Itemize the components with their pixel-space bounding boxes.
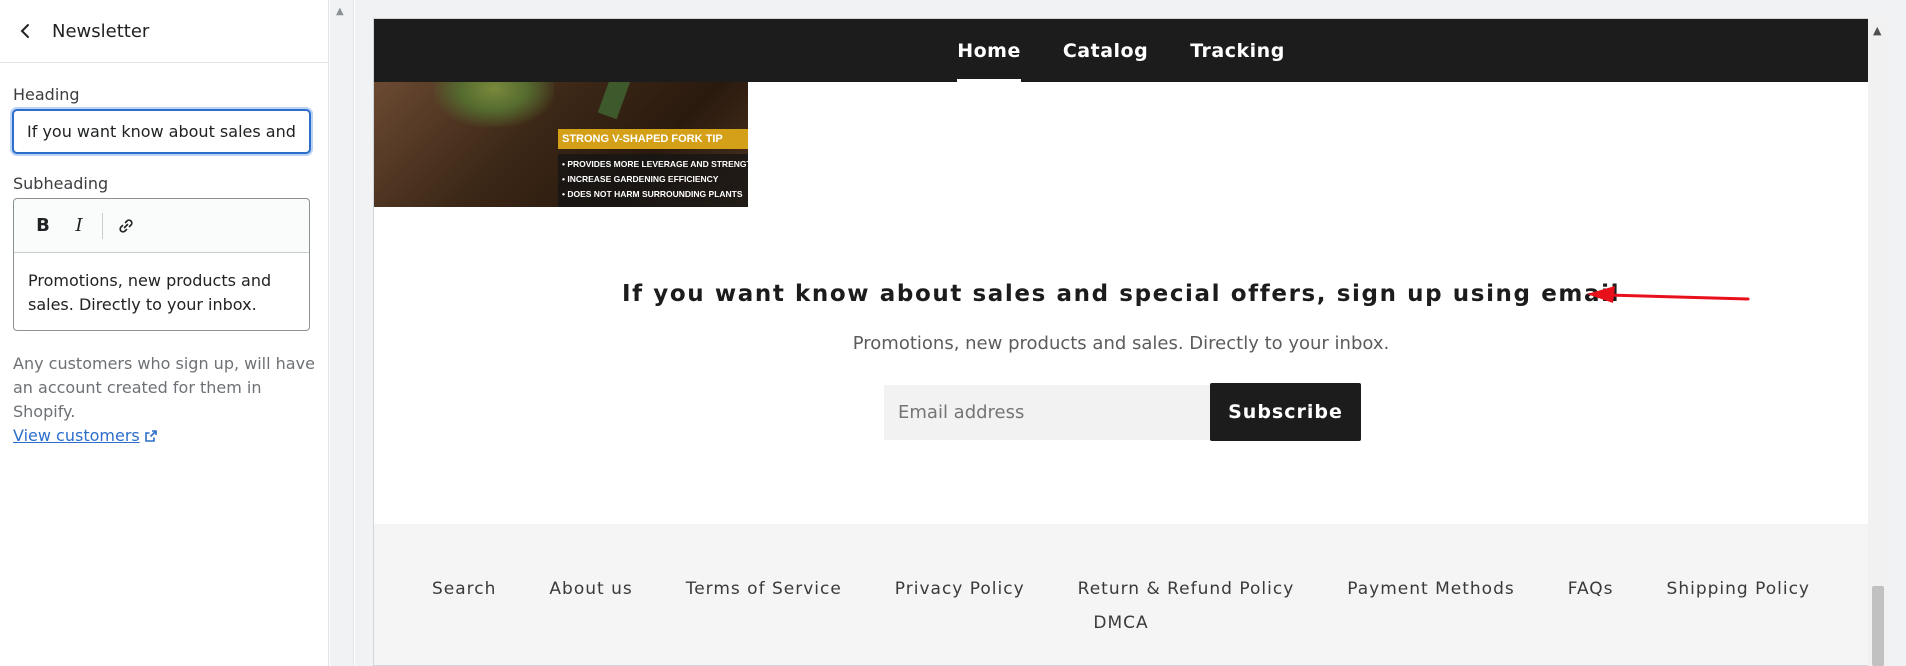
footer-link-dmca[interactable]: DMCA <box>1093 613 1148 633</box>
promo-bullet: • Does not harm surrounding plants <box>562 189 743 199</box>
subheading-editor: B I Promotions, new products and sales. … <box>13 198 310 331</box>
signup-form: Subscribe <box>884 383 1361 441</box>
footer-link-shipping[interactable]: Shipping Policy <box>1667 579 1810 599</box>
footer-link-refund[interactable]: Return & Refund Policy <box>1078 579 1295 599</box>
chevron-left-icon <box>20 24 29 38</box>
panel-header: Newsletter <box>0 0 328 63</box>
promo-bullets: • Provides more leverage and strength • … <box>558 154 748 207</box>
italic-button[interactable]: I <box>64 211 94 241</box>
view-customers-link[interactable]: View customers <box>13 424 158 448</box>
footer-link-faqs[interactable]: FAQs <box>1568 579 1614 599</box>
nav-home[interactable]: Home <box>957 19 1021 82</box>
nav-catalog[interactable]: Catalog <box>1063 19 1148 82</box>
toolbar-divider <box>102 212 103 239</box>
footer-link-search[interactable]: Search <box>432 579 496 599</box>
store-footer: Search About us Terms of Service Privacy… <box>374 524 1868 665</box>
footer-links: Search About us Terms of Service Privacy… <box>374 524 1868 633</box>
promo-bullet: • Increase gardening efficiency <box>562 174 719 184</box>
heading-label: Heading <box>13 85 80 104</box>
scroll-up-icon[interactable]: ▲ <box>336 6 344 17</box>
panel-title: Newsletter <box>52 20 150 42</box>
back-button[interactable] <box>14 20 36 42</box>
promo-banner: STRONG V-SHAPED FORK TIP <box>558 129 748 149</box>
plant-graphic <box>434 82 554 127</box>
scroll-up-icon[interactable]: ▲ <box>1873 24 1881 37</box>
scroll-thumb[interactable] <box>1872 586 1884 666</box>
newsletter-subheading: Promotions, new products and sales. Dire… <box>852 333 1390 354</box>
link-button[interactable] <box>111 211 141 241</box>
store-nav: Home Catalog Tracking <box>374 19 1868 82</box>
help-text: Any customers who sign up, will have an … <box>13 352 318 448</box>
subscribe-button[interactable]: Subscribe <box>1210 383 1361 441</box>
panel-scrollbar[interactable]: ▲ <box>330 0 354 666</box>
promo-bullet: • Provides more leverage and strength <box>562 159 748 169</box>
link-icon <box>119 218 133 233</box>
annotation-arrow <box>1587 286 1750 303</box>
footer-link-about[interactable]: About us <box>549 579 632 599</box>
bold-button[interactable]: B <box>28 211 58 241</box>
settings-panel: Newsletter Heading Subheading B I Promot… <box>0 0 329 666</box>
external-link-icon <box>144 430 157 442</box>
heading-input[interactable] <box>12 109 311 154</box>
view-customers-label: View customers <box>13 426 140 445</box>
editor-toolbar: B I <box>14 199 309 253</box>
subheading-text[interactable]: Promotions, new products and sales. Dire… <box>14 253 309 333</box>
email-input[interactable] <box>884 385 1210 440</box>
preview-scrollbar[interactable]: ▲ <box>1868 18 1888 666</box>
help-text-body: Any customers who sign up, will have an … <box>13 354 315 421</box>
footer-link-terms[interactable]: Terms of Service <box>686 579 842 599</box>
nav-tracking[interactable]: Tracking <box>1190 19 1285 82</box>
product-promo-image[interactable]: STRONG V-SHAPED FORK TIP • Provides more… <box>374 82 748 207</box>
footer-link-payment[interactable]: Payment Methods <box>1347 579 1514 599</box>
fork-graphic <box>597 82 631 120</box>
subheading-label: Subheading <box>13 174 109 193</box>
footer-link-privacy[interactable]: Privacy Policy <box>895 579 1025 599</box>
store-preview: Home Catalog Tracking STRONG V-SHAPED FO… <box>373 18 1869 666</box>
